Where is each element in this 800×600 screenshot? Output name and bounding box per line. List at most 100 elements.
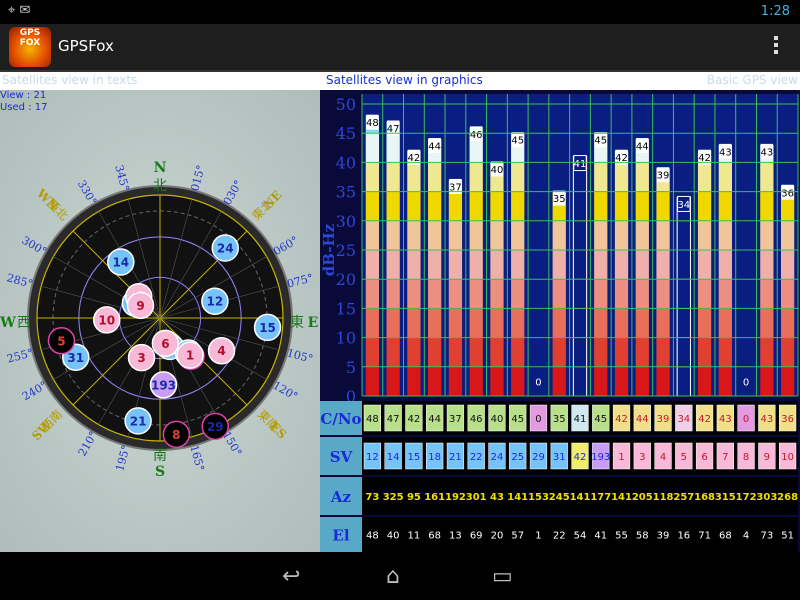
cno-value: 42: [615, 414, 628, 425]
el-value: 13: [449, 531, 462, 542]
signal-bar-segment: [760, 162, 774, 192]
degree-label: 030°: [221, 178, 246, 207]
y-tick-label: 40: [336, 153, 356, 172]
signal-bar-segment: [780, 308, 795, 338]
signal-bar-segment: [635, 220, 649, 250]
back-icon[interactable]: ↩: [282, 564, 300, 589]
signal-bar-segment: [386, 279, 400, 309]
signal-bar-segment: [428, 162, 442, 192]
sv-value: 31: [553, 452, 566, 463]
signal-bar-segment: [511, 366, 525, 396]
tab-texts[interactable]: Satellites view in texts: [2, 73, 137, 87]
recents-icon[interactable]: ▭: [492, 564, 513, 589]
signal-bar-segment: [511, 337, 525, 367]
sv-value: 29: [532, 452, 545, 463]
degree-label: 330°: [75, 178, 100, 207]
cno-value: 36: [781, 414, 794, 425]
signal-bar-segment: [656, 337, 670, 367]
signal-bar-segment: [448, 250, 463, 280]
signal-bar-segment: [365, 191, 380, 221]
signal-bar-segment: [656, 220, 670, 250]
signal-bar: [469, 127, 483, 396]
satellite-marker-label: 6: [161, 337, 169, 351]
home-icon[interactable]: ⌂: [386, 564, 400, 589]
signal-bar: [594, 133, 608, 396]
bar-value-label: 44: [428, 142, 441, 153]
signal-bar-segment: [760, 337, 774, 367]
sv-value: 42: [574, 452, 587, 463]
compass-north-letter: N: [154, 160, 167, 176]
signal-bar-segment: [718, 162, 732, 192]
overflow-menu-icon[interactable]: [774, 36, 778, 57]
sv-value: 15: [408, 452, 421, 463]
signal-bar: [635, 139, 649, 396]
el-value: 39: [657, 531, 670, 542]
signal-bar-segment: [511, 220, 525, 250]
signal-bar-segment: [469, 250, 483, 280]
signal-bar-segment: [780, 366, 795, 396]
cno-value: 45: [511, 414, 524, 425]
cno-value: 48: [366, 414, 379, 425]
signal-bar-segment: [407, 308, 421, 338]
signal-bar-segment: [448, 366, 463, 396]
signal-bar-segment: [511, 308, 525, 338]
compass-west-kanji: 西: [17, 315, 31, 331]
signal-bar-segment: [469, 337, 483, 367]
tab-basic[interactable]: Basic GPS view: [707, 73, 798, 87]
signal-bar-segment: [697, 162, 712, 192]
signal-bar-segment: [614, 191, 629, 221]
cno-value: 40: [491, 414, 504, 425]
degree-label: 300°: [19, 234, 48, 259]
signal-bar-segment: [594, 220, 608, 250]
satellite-marker-label: 12: [207, 295, 224, 309]
bar-value-label: 48: [366, 118, 379, 129]
az-value: 257: [673, 492, 694, 503]
signal-bar-segment: [407, 337, 421, 367]
signal-bar-segment: [386, 162, 400, 192]
cno-value: 35: [553, 414, 566, 425]
signal-bar-segment: [594, 337, 608, 367]
signal-bar-segment: [697, 279, 712, 309]
cno-value: 45: [594, 414, 607, 425]
el-value: 73: [760, 531, 773, 542]
az-value: 141: [570, 492, 591, 503]
signal-bar-segment: [760, 366, 774, 396]
signal-bar-segment: [428, 279, 442, 309]
signal-bar-segment: [407, 220, 421, 250]
signal-bar-segment: [552, 308, 566, 338]
signal-bar-segment: [614, 220, 629, 250]
signal-bar-segment: [428, 250, 442, 280]
signal-bar: [407, 150, 421, 396]
sv-value: 21: [449, 452, 462, 463]
az-value: 245: [549, 492, 570, 503]
signal-bar-segment: [386, 250, 400, 280]
signal-bar-segment: [718, 308, 732, 338]
app-logo-icon[interactable]: GPS FOX: [9, 27, 51, 67]
signal-bar-segment: [407, 279, 421, 309]
view-tabs: Satellites view in texts Satellites view…: [0, 72, 800, 90]
signal-bar-segment: [448, 308, 463, 338]
bar-value-label: 0: [743, 378, 749, 389]
cno-value: 34: [677, 414, 690, 425]
compass-east-kanji: 東: [290, 315, 304, 331]
signal-bar-segment: [718, 279, 732, 309]
signal-bar-segment: [718, 337, 732, 367]
signal-bar-segment: [635, 308, 649, 338]
signal-bar-segment: [469, 366, 483, 396]
signal-bar-segment: [469, 220, 483, 250]
cno-value: 43: [760, 414, 773, 425]
satellite-marker-label: 15: [259, 321, 276, 335]
signal-bar-segment: [760, 279, 774, 309]
status-time: 1:28: [760, 4, 790, 19]
az-value: 161: [424, 492, 445, 503]
signal-bar-segment: [697, 337, 712, 367]
el-value: 68: [428, 531, 441, 542]
tab-graphics[interactable]: Satellites view in graphics: [326, 73, 483, 87]
app-title: GPSFox: [58, 37, 114, 55]
degree-label: 285°: [5, 271, 34, 290]
signal-bar-segment: [407, 162, 421, 192]
signal-bar-segment: [614, 250, 629, 280]
signal-bar-segment: [365, 220, 380, 250]
logo-text: GPS FOX: [19, 28, 41, 48]
satellite-marker-label: 10: [98, 313, 115, 327]
